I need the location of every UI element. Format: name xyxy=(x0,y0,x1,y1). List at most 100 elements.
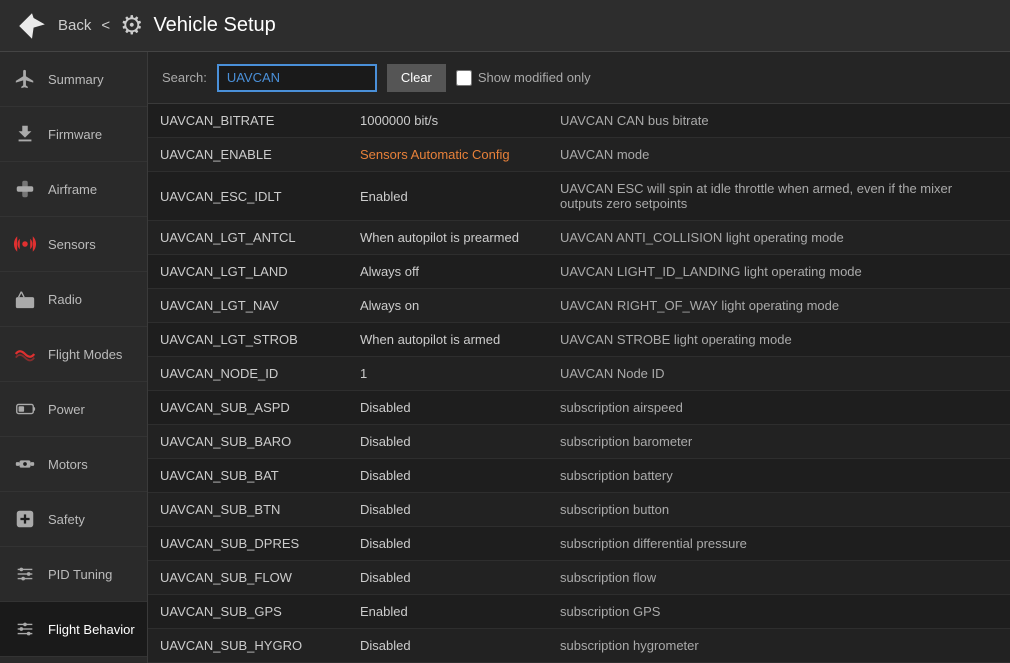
param-desc: subscription differential pressure xyxy=(548,527,1010,561)
param-name: UAVCAN_BITRATE xyxy=(148,104,348,138)
back-button[interactable]: Back xyxy=(58,17,91,34)
sidebar-item-firmware[interactable]: Firmware xyxy=(0,107,147,162)
flight-behavior-icon xyxy=(12,616,38,642)
param-desc: subscription battery xyxy=(548,459,1010,493)
radio-icon xyxy=(12,286,38,312)
search-input[interactable] xyxy=(217,64,377,92)
param-name: UAVCAN_LGT_LAND xyxy=(148,255,348,289)
sidebar-item-flight-modes[interactable]: Flight Modes xyxy=(0,327,147,382)
main-content: Search: Clear Show modified only UAVCAN_… xyxy=(148,52,1010,663)
params-table-container: UAVCAN_BITRATE1000000 bit/sUAVCAN CAN bu… xyxy=(148,104,1010,663)
table-row[interactable]: UAVCAN_SUB_DPRESDisabledsubscription dif… xyxy=(148,527,1010,561)
sidebar-item-sensors[interactable]: Sensors xyxy=(0,217,147,272)
table-row[interactable]: UAVCAN_LGT_LANDAlways offUAVCAN LIGHT_ID… xyxy=(148,255,1010,289)
safety-label: Safety xyxy=(48,512,85,527)
pid-tuning-label: PID Tuning xyxy=(48,567,112,582)
param-desc: UAVCAN ESC will spin at idle throttle wh… xyxy=(548,172,1010,221)
motors-icon xyxy=(12,451,38,477)
param-value: Disabled xyxy=(348,459,548,493)
airframe-label: Airframe xyxy=(48,182,97,197)
param-name: UAVCAN_SUB_BARO xyxy=(148,425,348,459)
table-row[interactable]: UAVCAN_SUB_FLOWDisabledsubscription flow xyxy=(148,561,1010,595)
param-value: 1000000 bit/s xyxy=(348,104,548,138)
sidebar-item-airframe[interactable]: Airframe xyxy=(0,162,147,217)
clear-button[interactable]: Clear xyxy=(387,64,446,92)
param-name: UAVCAN_ESC_IDLT xyxy=(148,172,348,221)
param-value: Sensors Automatic Config xyxy=(348,138,548,172)
param-name: UAVCAN_SUB_FLOW xyxy=(148,561,348,595)
table-row[interactable]: UAVCAN_SUB_BATDisabledsubscription batte… xyxy=(148,459,1010,493)
param-value: Disabled xyxy=(348,493,548,527)
param-value: Disabled xyxy=(348,391,548,425)
table-row[interactable]: UAVCAN_LGT_ANTCLWhen autopilot is prearm… xyxy=(148,221,1010,255)
param-value: Enabled xyxy=(348,595,548,629)
param-desc: subscription flow xyxy=(548,561,1010,595)
param-name: UAVCAN_SUB_HYGRO xyxy=(148,629,348,663)
summary-icon xyxy=(12,66,38,92)
table-row[interactable]: UAVCAN_BITRATE1000000 bit/sUAVCAN CAN bu… xyxy=(148,104,1010,138)
page-title: Vehicle Setup xyxy=(153,14,275,37)
flight-behavior-label: Flight Behavior xyxy=(48,622,135,637)
main-layout: Summary Firmware Airframe xyxy=(0,52,1010,663)
show-modified-label: Show modified only xyxy=(478,70,591,85)
param-value: Disabled xyxy=(348,425,548,459)
param-desc: UAVCAN ANTI_COLLISION light operating mo… xyxy=(548,221,1010,255)
table-row[interactable]: UAVCAN_SUB_ASPDDisabledsubscription airs… xyxy=(148,391,1010,425)
gear-icon: ⚙ xyxy=(120,10,143,41)
sidebar-item-flight-behavior[interactable]: Flight Behavior xyxy=(0,602,147,657)
search-bar: Search: Clear Show modified only xyxy=(148,52,1010,104)
param-desc: subscription airspeed xyxy=(548,391,1010,425)
table-row[interactable]: UAVCAN_SUB_BARODisabledsubscription baro… xyxy=(148,425,1010,459)
sidebar: Summary Firmware Airframe xyxy=(0,52,148,663)
param-name: UAVCAN_LGT_ANTCL xyxy=(148,221,348,255)
param-name: UAVCAN_SUB_BAT xyxy=(148,459,348,493)
sidebar-item-motors[interactable]: Motors xyxy=(0,437,147,492)
table-row[interactable]: UAVCAN_NODE_ID1UAVCAN Node ID xyxy=(148,357,1010,391)
table-row[interactable]: UAVCAN_LGT_NAVAlways onUAVCAN RIGHT_OF_W… xyxy=(148,289,1010,323)
param-name: UAVCAN_ENABLE xyxy=(148,138,348,172)
param-value: Always on xyxy=(348,289,548,323)
firmware-label: Firmware xyxy=(48,127,102,142)
airframe-icon xyxy=(12,176,38,202)
sidebar-item-safety[interactable]: Safety xyxy=(0,492,147,547)
firmware-icon xyxy=(12,121,38,147)
param-name: UAVCAN_SUB_BTN xyxy=(148,493,348,527)
motors-label: Motors xyxy=(48,457,88,472)
param-value: 1 xyxy=(348,357,548,391)
param-desc: subscription barometer xyxy=(548,425,1010,459)
flight-modes-icon xyxy=(12,341,38,367)
power-label: Power xyxy=(48,402,85,417)
param-desc: UAVCAN RIGHT_OF_WAY light operating mode xyxy=(548,289,1010,323)
param-value: Disabled xyxy=(348,561,548,595)
param-desc: UAVCAN LIGHT_ID_LANDING light operating … xyxy=(548,255,1010,289)
radio-label: Radio xyxy=(48,292,82,307)
param-value: Disabled xyxy=(348,629,548,663)
table-row[interactable]: UAVCAN_LGT_STROBWhen autopilot is armedU… xyxy=(148,323,1010,357)
sidebar-item-summary[interactable]: Summary xyxy=(0,52,147,107)
param-name: UAVCAN_SUB_DPRES xyxy=(148,527,348,561)
show-modified-container: Show modified only xyxy=(456,70,591,86)
param-name: UAVCAN_SUB_ASPD xyxy=(148,391,348,425)
param-desc: subscription GPS xyxy=(548,595,1010,629)
param-desc: UAVCAN STROBE light operating mode xyxy=(548,323,1010,357)
sidebar-item-pid-tuning[interactable]: PID Tuning xyxy=(0,547,147,602)
table-row[interactable]: UAVCAN_SUB_BTNDisabledsubscription butto… xyxy=(148,493,1010,527)
param-value: Always off xyxy=(348,255,548,289)
sidebar-item-power[interactable]: Power xyxy=(0,382,147,437)
show-modified-checkbox[interactable] xyxy=(456,70,472,86)
sidebar-item-radio[interactable]: Radio xyxy=(0,272,147,327)
param-name: UAVCAN_NODE_ID xyxy=(148,357,348,391)
table-row[interactable]: UAVCAN_SUB_HYGRODisabledsubscription hyg… xyxy=(148,629,1010,663)
sensors-label: Sensors xyxy=(48,237,96,252)
table-row[interactable]: UAVCAN_ENABLESensors Automatic ConfigUAV… xyxy=(148,138,1010,172)
param-value: When autopilot is armed xyxy=(348,323,548,357)
safety-icon xyxy=(12,506,38,532)
top-bar: Back < ⚙ Vehicle Setup xyxy=(0,0,1010,52)
param-name: UAVCAN_SUB_GPS xyxy=(148,595,348,629)
param-value: Enabled xyxy=(348,172,548,221)
table-row[interactable]: UAVCAN_ESC_IDLTEnabledUAVCAN ESC will sp… xyxy=(148,172,1010,221)
param-desc: UAVCAN Node ID xyxy=(548,357,1010,391)
sensors-icon xyxy=(12,231,38,257)
table-row[interactable]: UAVCAN_SUB_GPSEnabledsubscription GPS xyxy=(148,595,1010,629)
param-desc: UAVCAN CAN bus bitrate xyxy=(548,104,1010,138)
